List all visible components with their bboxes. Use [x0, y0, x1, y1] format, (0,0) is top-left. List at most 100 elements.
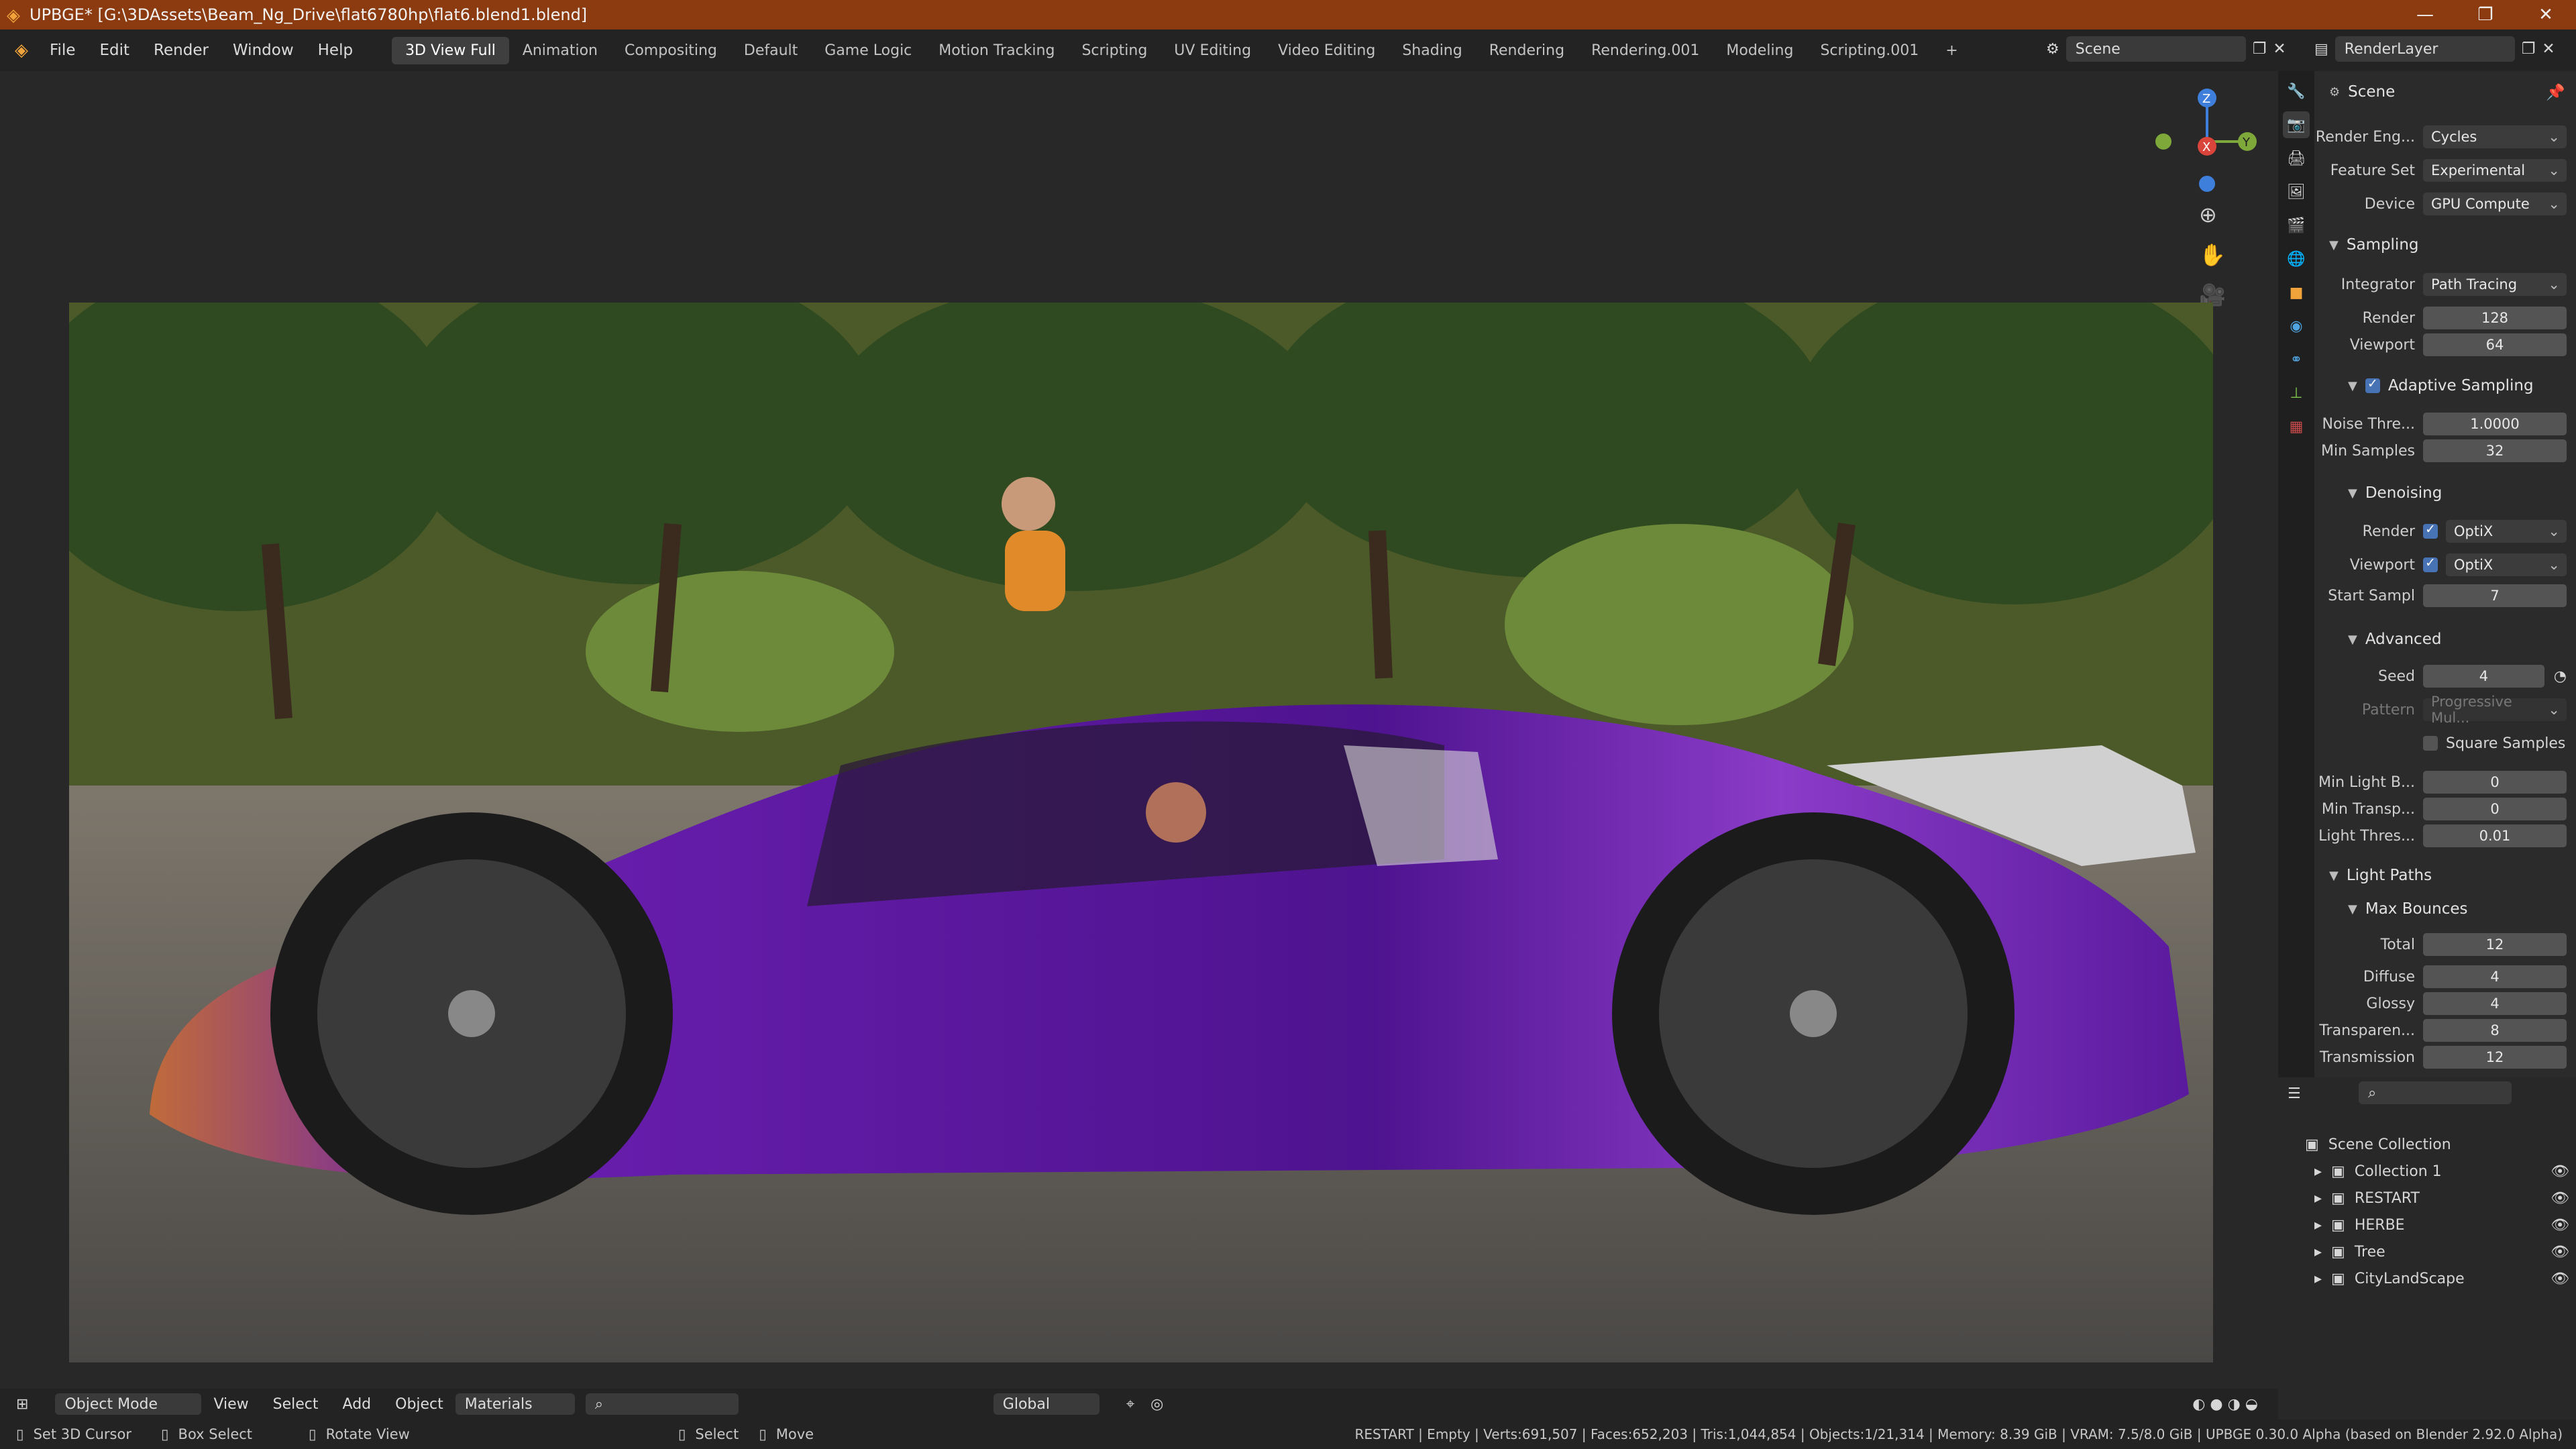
snap-icon[interactable]: ⌖: [1126, 1396, 1134, 1413]
menu-select[interactable]: Select: [261, 1396, 331, 1413]
3d-viewport[interactable]: Z Y X ⊕ ✋ 🎥: [0, 71, 2278, 1419]
render-samples-field[interactable]: 128: [2423, 307, 2567, 329]
workspace-tab[interactable]: Rendering: [1476, 37, 1578, 64]
visibility-eye-icon[interactable]: 👁: [2551, 1244, 2569, 1260]
workspace-tab[interactable]: Scripting: [1068, 37, 1161, 64]
total-bounces-field[interactable]: 12: [2423, 933, 2567, 956]
denoise-viewport-dropdown[interactable]: OptiX: [2446, 553, 2567, 576]
object-tab-icon[interactable]: ■: [2283, 279, 2310, 306]
editor-type-icon[interactable]: ⊞: [16, 1396, 28, 1413]
material-dropdown[interactable]: Materials: [455, 1393, 575, 1415]
viewport-samples-field[interactable]: 64: [2423, 333, 2567, 356]
workspace-tab[interactable]: Shading: [1389, 37, 1475, 64]
pin-icon[interactable]: 📌: [2546, 83, 2565, 101]
outliner-search-input[interactable]: ⌕: [2359, 1081, 2512, 1104]
scene-selector[interactable]: Scene: [2065, 36, 2246, 62]
scene-collection-row[interactable]: ▣ Scene Collection: [2278, 1131, 2576, 1158]
outliner-item[interactable]: ▸ ▣ Collection 1 👁: [2278, 1158, 2576, 1185]
min-samples-field[interactable]: 32: [2423, 439, 2567, 462]
delete-scene-icon[interactable]: ✕: [2273, 40, 2286, 58]
render-layer-icon[interactable]: ▤: [2314, 41, 2328, 58]
sampling-panel-header[interactable]: ▼ Sampling: [2314, 229, 2576, 260]
denoise-render-checkbox[interactable]: [2423, 522, 2438, 539]
light-threshold-field[interactable]: 0.01: [2423, 824, 2567, 847]
glossy-bounces-field[interactable]: 4: [2423, 992, 2567, 1015]
texture-tab-icon[interactable]: ▦: [2283, 413, 2310, 440]
mode-dropdown[interactable]: Object Mode: [55, 1393, 202, 1415]
world-tab-icon[interactable]: 🌐: [2283, 246, 2310, 272]
new-scene-icon[interactable]: ❐: [2253, 40, 2267, 58]
maximize-button[interactable]: ❐: [2455, 0, 2516, 30]
scene-icon[interactable]: ⚙: [2046, 41, 2059, 58]
visibility-eye-icon[interactable]: 👁: [2551, 1217, 2569, 1234]
render-engine-dropdown[interactable]: Cycles: [2423, 125, 2567, 148]
visibility-eye-icon[interactable]: 👁: [2551, 1190, 2569, 1207]
menu-file[interactable]: File: [38, 42, 88, 59]
minimize-button[interactable]: —: [2395, 0, 2455, 30]
shading-modes-icon[interactable]: ◐ ● ◑ ◒: [2192, 1396, 2258, 1413]
seed-field[interactable]: 4: [2423, 665, 2544, 688]
menu-edit[interactable]: Edit: [88, 42, 142, 59]
denoise-viewport-checkbox[interactable]: [2423, 555, 2438, 572]
adaptive-sampling-checkbox[interactable]: [2365, 376, 2380, 393]
min-light-bounces-field[interactable]: 0: [2423, 771, 2567, 794]
tool-tab-icon[interactable]: 🔧: [2283, 78, 2310, 105]
workspace-tab[interactable]: Compositing: [611, 37, 731, 64]
workspace-tab[interactable]: Scripting.001: [1807, 37, 1932, 64]
transparency-bounces-field[interactable]: 8: [2423, 1019, 2567, 1042]
outliner-item[interactable]: ▸ ▣ Tree 👁: [2278, 1238, 2576, 1265]
workspace-tab[interactable]: Video Editing: [1265, 37, 1389, 64]
denoise-render-dropdown[interactable]: OptiX: [2446, 520, 2567, 543]
clock-icon[interactable]: ◔: [2554, 668, 2567, 685]
adaptive-sampling-header[interactable]: ▼ Adaptive Sampling: [2314, 370, 2576, 401]
outliner-item[interactable]: ▸ ▣ RESTART 👁: [2278, 1185, 2576, 1212]
transmission-bounces-field[interactable]: 12: [2423, 1046, 2567, 1069]
expand-arrow-icon[interactable]: ▸: [2314, 1217, 2322, 1234]
workspace-tab[interactable]: Default: [731, 37, 811, 64]
workspace-tab[interactable]: Motion Tracking: [925, 37, 1068, 64]
blender-menu-icon[interactable]: ◈: [15, 40, 28, 60]
min-transparent-field[interactable]: 0: [2423, 798, 2567, 820]
noise-threshold-field[interactable]: 1.0000: [2423, 413, 2567, 435]
view-layer-tab-icon[interactable]: 🖼: [2283, 178, 2310, 205]
workspace-tab[interactable]: Animation: [509, 37, 611, 64]
feature-set-dropdown[interactable]: Experimental: [2423, 159, 2567, 182]
constraints-tab-icon[interactable]: ⚭: [2283, 346, 2310, 373]
menu-help[interactable]: Help: [306, 42, 365, 59]
add-workspace-icon[interactable]: +: [1932, 37, 1971, 64]
square-samples-checkbox[interactable]: [2423, 736, 2438, 751]
delete-layer-icon[interactable]: ✕: [2542, 40, 2555, 58]
data-tab-icon[interactable]: ⊥: [2283, 380, 2310, 407]
start-sample-field[interactable]: 7: [2423, 584, 2567, 607]
expand-arrow-icon[interactable]: ▸: [2314, 1163, 2322, 1180]
bottom-search-input[interactable]: ⌕: [585, 1393, 739, 1415]
visibility-eye-icon[interactable]: 👁: [2551, 1163, 2569, 1180]
outliner-item[interactable]: ▸ ▣ HERBE 👁: [2278, 1212, 2576, 1238]
orientation-dropdown[interactable]: Global: [993, 1393, 1099, 1415]
visibility-eye-icon[interactable]: 👁: [2551, 1271, 2569, 1287]
outliner-item[interactable]: ▸ ▣ CityLandScape 👁: [2278, 1265, 2576, 1292]
editor-type-icon[interactable]: ☰: [2288, 1085, 2301, 1102]
menu-window[interactable]: Window: [221, 42, 306, 59]
max-bounces-header[interactable]: ▼ Max Bounces: [2314, 894, 2576, 924]
expand-arrow-icon[interactable]: ▸: [2314, 1271, 2322, 1287]
light-paths-header[interactable]: ▼ Light Paths: [2314, 860, 2576, 891]
menu-add[interactable]: Add: [331, 1396, 384, 1413]
workspace-tab[interactable]: Modeling: [1713, 37, 1807, 64]
workspace-tab-3d-view-full[interactable]: 3D View Full: [392, 36, 509, 64]
scene-tab-icon[interactable]: 🎬: [2283, 212, 2310, 239]
close-button[interactable]: ✕: [2516, 0, 2576, 30]
advanced-header[interactable]: ▼ Advanced: [2314, 624, 2576, 655]
view-layer-selector[interactable]: RenderLayer: [2334, 36, 2515, 62]
proportional-edit-icon[interactable]: ◎: [1150, 1396, 1163, 1413]
expand-arrow-icon[interactable]: ▸: [2314, 1244, 2322, 1260]
device-dropdown[interactable]: GPU Compute: [2423, 193, 2567, 215]
physics-tab-icon[interactable]: ◉: [2283, 313, 2310, 339]
output-tab-icon[interactable]: 🖨: [2283, 145, 2310, 172]
menu-object[interactable]: Object: [383, 1396, 455, 1413]
menu-render[interactable]: Render: [142, 42, 221, 59]
workspace-tab[interactable]: Rendering.001: [1578, 37, 1713, 64]
diffuse-bounces-field[interactable]: 4: [2423, 965, 2567, 988]
workspace-tab[interactable]: Game Logic: [811, 37, 925, 64]
workspace-tab[interactable]: UV Editing: [1161, 37, 1265, 64]
